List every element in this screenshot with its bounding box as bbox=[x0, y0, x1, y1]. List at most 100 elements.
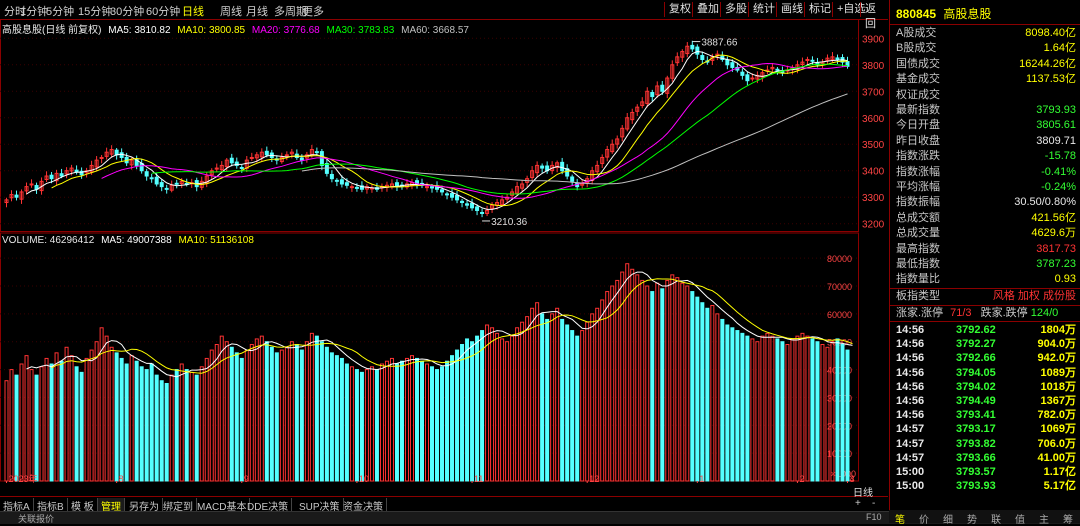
candle-body bbox=[700, 55, 705, 60]
panel-tab-1[interactable]: 价 bbox=[919, 511, 929, 526]
period-tab-3[interactable]: 15分钟 bbox=[78, 3, 112, 19]
volume-bar bbox=[259, 335, 264, 482]
volume-bar bbox=[745, 335, 750, 482]
stat-row: 指数量比 0.93 bbox=[896, 272, 1076, 287]
zoom-plus-button[interactable]: + bbox=[852, 498, 864, 509]
candle-body bbox=[750, 77, 755, 80]
volume-bar bbox=[379, 363, 384, 482]
volume-bar bbox=[104, 335, 109, 482]
volume-bar bbox=[465, 338, 470, 482]
period-tab-6[interactable]: 日线 bbox=[182, 3, 204, 19]
volume-bar bbox=[555, 307, 560, 482]
period-tab-1[interactable]: 1分钟 bbox=[20, 3, 48, 19]
f10-button[interactable]: F10 bbox=[866, 512, 882, 522]
x-tick-label: 10 bbox=[359, 474, 369, 483]
candle-body bbox=[334, 179, 339, 182]
toolbar-button-7[interactable]: 返回 bbox=[860, 2, 888, 30]
tick-row: 15:00 3793.93 5.17亿 bbox=[896, 479, 1076, 493]
tick-volume: 1069万 bbox=[1040, 423, 1076, 436]
chart-area[interactable]: 3200330034003500360037003800390010000200… bbox=[0, 19, 888, 485]
volume-bar bbox=[199, 366, 204, 482]
panel-tab-7[interactable]: 筹 bbox=[1063, 511, 1073, 526]
panel-tab-4[interactable]: 联 bbox=[991, 511, 1001, 526]
legend-volume: VOLUME: 46296412 bbox=[2, 235, 95, 246]
panel-tab-2[interactable]: 细 bbox=[943, 511, 953, 526]
price-legend-title: 高股息股(日线 前复权) bbox=[2, 25, 102, 36]
x-tick-label: 2 bbox=[799, 474, 804, 483]
kline-chart[interactable]: 3200330034003500360037003800390010000200… bbox=[0, 19, 888, 485]
volume-bar bbox=[9, 369, 14, 482]
volume-bar bbox=[384, 360, 389, 482]
volume-bar bbox=[234, 352, 239, 482]
stat-label: 指数涨幅 bbox=[896, 165, 940, 178]
toolbar-button-2[interactable]: 多股 bbox=[720, 2, 751, 17]
volume-bar bbox=[84, 357, 89, 482]
volume-bar bbox=[505, 341, 510, 482]
panel-tab-3[interactable]: 势 bbox=[967, 511, 977, 526]
tick-time: 15:00 bbox=[896, 480, 925, 493]
stat-label: 基金成交 bbox=[896, 73, 940, 86]
candle-body bbox=[249, 156, 254, 159]
volume-bar bbox=[495, 332, 500, 482]
toolbar-button-1[interactable]: 叠加 bbox=[692, 2, 723, 17]
tick-price: 3793.66 bbox=[956, 451, 996, 464]
candle-body bbox=[450, 193, 455, 198]
volume-bar bbox=[740, 332, 745, 482]
volume-bar bbox=[655, 282, 660, 482]
period-tab-8[interactable]: 月线 bbox=[246, 3, 268, 19]
candle-body bbox=[349, 186, 354, 189]
toolbar-button-3[interactable]: 统计 bbox=[748, 2, 779, 17]
volume-bar bbox=[164, 383, 169, 482]
tick-row: 15:00 3793.57 1.17亿 bbox=[896, 465, 1076, 479]
index-header: 880845 高股息股 bbox=[896, 5, 991, 22]
candle-body bbox=[725, 59, 730, 66]
volume-bar bbox=[324, 346, 329, 482]
price-tick-label: 3200 bbox=[862, 220, 885, 231]
tick-row: 14:56 3794.05 1089万 bbox=[896, 366, 1076, 380]
rise-label: 涨家.涨停 bbox=[896, 307, 944, 319]
period-label: 日线 bbox=[853, 488, 873, 499]
status-left[interactable]: 关联报价 bbox=[18, 512, 54, 525]
candle-body bbox=[344, 182, 349, 186]
volume-bar bbox=[815, 341, 820, 482]
stat-row: 最新指数 3793.93 bbox=[896, 103, 1076, 118]
legend-ma30: MA30: 3783.83 bbox=[326, 25, 395, 36]
ma30-line bbox=[151, 63, 848, 195]
period-tab-5[interactable]: 60分钟 bbox=[146, 3, 180, 19]
volume-bar bbox=[725, 324, 730, 482]
candle-body bbox=[164, 187, 169, 190]
candle-body bbox=[835, 57, 840, 60]
candle-body bbox=[690, 44, 695, 50]
volume-bar bbox=[605, 291, 610, 482]
volume-bar bbox=[254, 338, 259, 482]
toolbar-button-4[interactable]: 画线 bbox=[776, 2, 807, 17]
tick-volume: 782.0万 bbox=[1037, 409, 1076, 422]
sector-type-row: 板指类型 风格 加权 成份股 bbox=[896, 289, 1076, 304]
zoom-minus-button[interactable]: - bbox=[869, 498, 878, 509]
stat-value: 16244.26亿 bbox=[1019, 57, 1076, 70]
volume-bar bbox=[414, 357, 419, 482]
volume-tick-label: 80000 bbox=[827, 254, 852, 264]
stat-label: 总成交额 bbox=[896, 211, 940, 224]
volume-bar bbox=[404, 357, 409, 482]
candle-body bbox=[354, 186, 359, 189]
stat-label: 国债成交 bbox=[896, 57, 940, 70]
candle-body bbox=[264, 150, 269, 156]
volume-bar bbox=[830, 341, 835, 482]
candle-body bbox=[424, 186, 430, 189]
toolbar-button-0[interactable]: 复权 bbox=[664, 2, 695, 17]
period-tab-2[interactable]: 5分钟 bbox=[46, 3, 74, 19]
panel-tab-6[interactable]: 主 bbox=[1039, 511, 1049, 526]
panel-tab-0[interactable]: 笔 bbox=[895, 511, 905, 526]
volume-bar bbox=[219, 335, 224, 482]
candle-body bbox=[329, 173, 334, 180]
period-tab-7[interactable]: 周线 bbox=[220, 3, 242, 19]
volume-bar bbox=[94, 341, 99, 482]
volume-bar bbox=[159, 380, 164, 482]
toolbar-button-5[interactable]: 标记 bbox=[804, 2, 835, 17]
period-tab-4[interactable]: 30分钟 bbox=[110, 3, 144, 19]
panel-tab-5[interactable]: 值 bbox=[1015, 511, 1025, 526]
volume-bar bbox=[440, 366, 445, 482]
period-tab-10[interactable]: 更多 bbox=[302, 3, 324, 19]
tick-time: 14:56 bbox=[896, 366, 925, 379]
